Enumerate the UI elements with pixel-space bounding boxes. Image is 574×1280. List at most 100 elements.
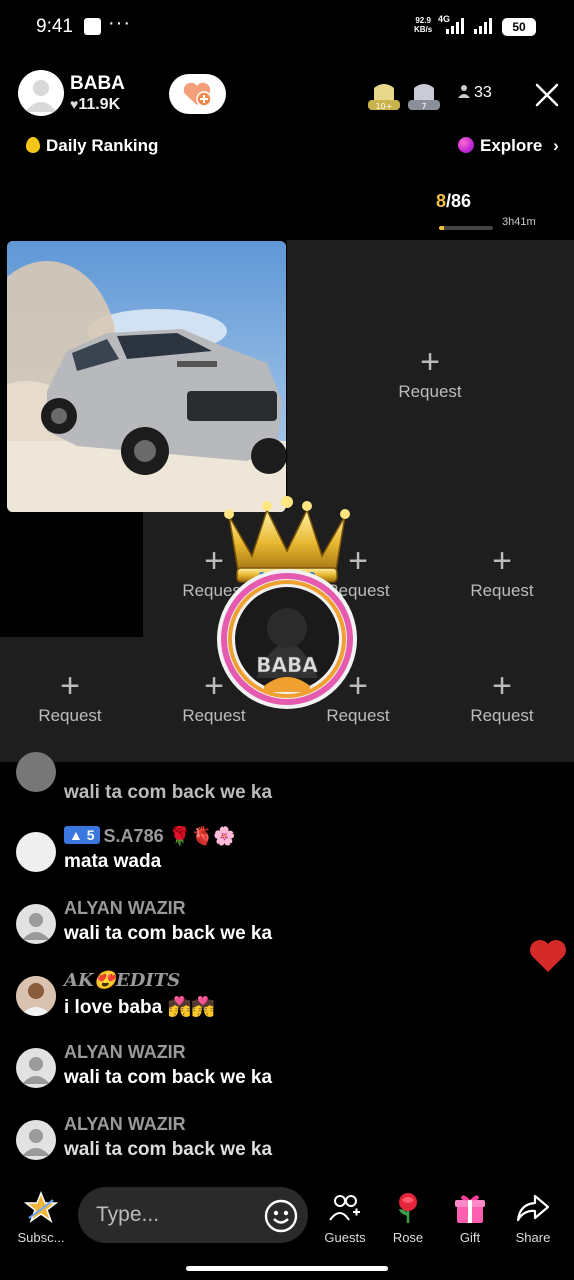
chat-username: AK😍EDITS [64,970,181,991]
follow-button[interactable] [169,74,226,114]
chevron-right-icon: › [553,136,559,155]
seat-icon[interactable]: 7 [406,82,442,112]
chat-message[interactable]: AK😍EDITS i love baba 💏💏 [16,970,516,1030]
chat-avatar [16,832,56,872]
truck-photo [7,241,286,512]
subscribe-button[interactable]: Subsc... [10,1190,72,1245]
subscribe-label: Subsc... [17,1230,65,1245]
request-label: Request [38,706,102,725]
share-label: Share [515,1230,551,1245]
chat-message[interactable]: ALYAN WAZIR wali ta com back we ka [16,1114,516,1174]
timer-progress-bar [439,226,493,230]
request-label: Request [398,382,462,401]
chat-avatar [16,904,56,944]
chat-text: mata wada [64,851,162,872]
host-name: BABA [70,73,125,94]
person-icon [458,85,470,98]
battery-icon: 50 [502,18,536,36]
plus-icon: + [492,667,512,705]
seat-icon[interactable]: 10+ [366,82,402,112]
plus-icon: + [420,343,440,381]
signal-icon [474,18,492,34]
net-speed: 92.9 KB/s [414,16,432,34]
timer-progress-fill [439,226,444,230]
host-avatar-badge[interactable]: BABA [216,568,358,710]
daily-ranking-label: Daily Ranking [46,136,159,155]
chat-username: ALYAN WAZIR [64,1042,186,1062]
explore-label: Explore [480,136,543,155]
timer-text: 3h41m [502,216,536,228]
explore-orb-icon [458,137,474,153]
chat-avatar [16,976,56,1016]
chat-text: wali ta com back we ka [64,1139,273,1160]
chat-message[interactable]: ▲ 5 S.A786 🌹🫀🌸 mata wada [16,826,516,886]
avatar-person-icon [25,80,57,112]
guests-button[interactable]: Guests [314,1190,376,1245]
chat-input-placeholder: Type... [96,1203,160,1226]
host-avatar[interactable] [18,70,64,116]
signal-icon [446,18,464,34]
share-button[interactable]: Share [502,1190,564,1245]
home-indicator[interactable] [186,1266,388,1271]
guests-icon [329,1195,360,1221]
chat-message[interactable]: ALYAN WAZIR wali ta com back we ka [16,1042,516,1102]
net-speed-value: 92.9 [415,16,431,25]
plus-icon: + [60,667,80,705]
avatar-person-icon [22,1129,50,1156]
chat-avatar [16,1120,56,1160]
drop-icon [26,137,40,153]
gift-button[interactable]: Gift [439,1190,501,1245]
avatar-person-icon [22,913,50,940]
level-badge: ▲ 5 [64,826,100,844]
chat-username: ALYAN WAZIR [64,898,186,918]
chat-text: wali ta com back we ka [64,1067,273,1088]
request-slot[interactable]: + Request [20,667,120,726]
guests-label: Guests [324,1230,366,1245]
chat-avatar [16,1048,56,1088]
rose-icon [399,1193,417,1223]
emoji-icon[interactable] [264,1199,298,1233]
host-avatar-frame: BABA [217,569,357,709]
seat-badge-2: 7 [421,102,426,111]
request-slot[interactable]: + Request [380,343,480,402]
plus-icon: + [492,542,512,580]
chat-avatar [16,752,56,792]
viewer-count-value: 33 [474,84,492,101]
chat-username: ALYAN WAZIR [64,1114,186,1134]
request-slot[interactable]: + Request [452,542,552,601]
chat-input[interactable]: Type... [78,1187,308,1243]
chat-text: wali ta com back we ka [64,782,273,803]
level-value: 5 [86,827,95,843]
gift-label: Gift [459,1230,481,1245]
status-time: 9:41 [36,16,73,37]
request-label: Request [470,581,534,600]
request-label: Request [470,706,534,725]
star-icon [23,1190,59,1223]
rose-button[interactable]: Rose [377,1190,439,1245]
net-speed-unit: KB/s [414,25,433,34]
share-icon [516,1194,550,1222]
avatar-person-icon [22,1057,50,1084]
chat-username: ▲ 5 S.A786 🌹🫀🌸 [64,826,236,847]
chat-text: wali ta com back we ka [64,923,273,944]
status-bar: 9:41 ··· 92.9 KB/s 4G 50 [0,0,574,56]
host-video-tile[interactable] [7,241,286,512]
round-current: 8 [436,191,447,211]
host-likes: ♥11.9K [70,96,120,114]
explore-link[interactable]: Explore › [458,136,559,156]
daily-ranking-link[interactable]: Daily Ranking [26,136,158,156]
bottom-bar: Subsc... Type... Guests Rose Gift Share [0,1180,574,1280]
request-slot[interactable]: + Request [452,667,552,726]
rose-label: Rose [392,1230,424,1245]
gift-icon [455,1195,485,1223]
chat-message[interactable]: ALYAN WAZIR wali ta com back we ka [16,898,516,958]
host-badge-text: BABA [256,653,318,677]
round-total: /86 [446,191,472,211]
round-counter: 8/86 [436,191,471,212]
avatar-photo [16,976,56,1016]
seat-badge-1: 10+ [376,102,393,111]
chat-username-text: S.A786 🌹🫀🌸 [103,826,236,846]
close-icon[interactable] [534,82,560,108]
viewer-count[interactable]: 33 [458,84,492,102]
chat-message[interactable]: wali ta com back we ka [16,752,516,822]
